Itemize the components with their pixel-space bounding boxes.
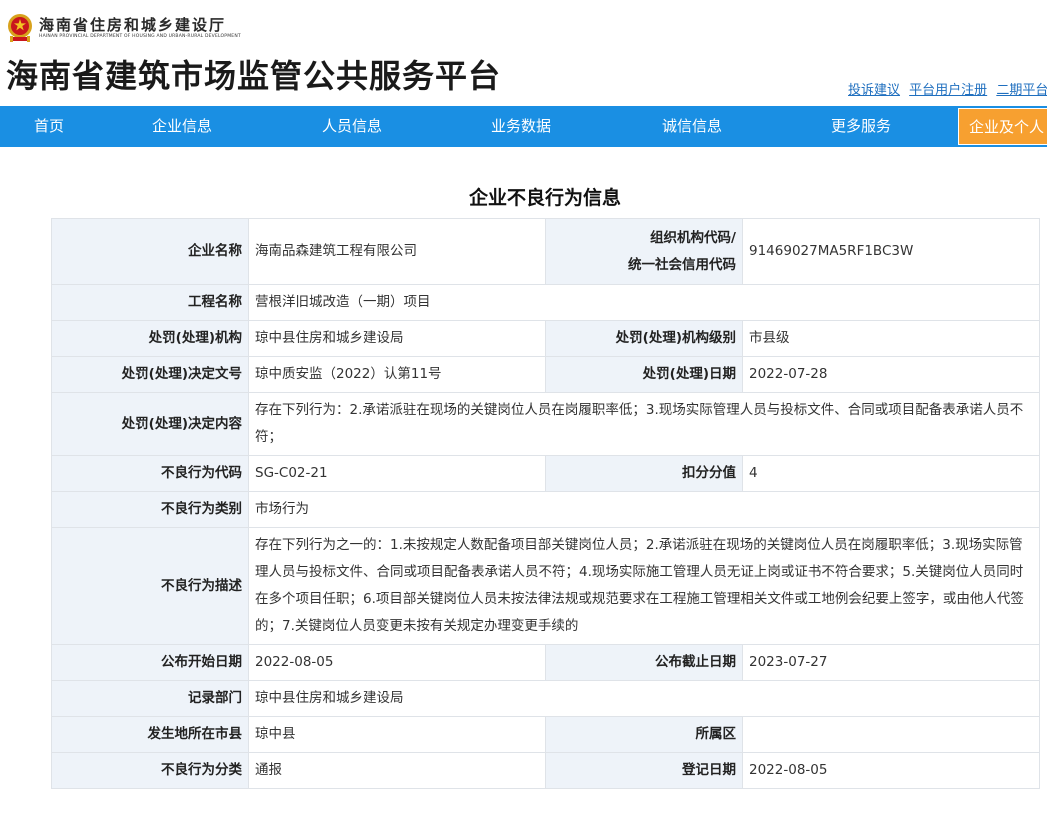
publish-end-value: 2023-07-27 xyxy=(742,644,1040,681)
site-header: 海南省住房和城乡建设厅 HAINAN PROVINCIAL DEPARTMENT… xyxy=(0,0,1047,106)
penalty-date-value: 2022-07-28 xyxy=(742,356,1040,393)
department-name: 海南省住房和城乡建设厅 xyxy=(39,16,227,34)
behavior-desc-value: 存在下列行为之一的：1.未按规定人数配备项目部关键岗位人员；2.承诺派驻在现场的… xyxy=(248,527,1040,645)
publish-start-value: 2022-08-05 xyxy=(248,644,546,681)
table-row: 处罚(处理)决定文号 琼中质安监（2022）认第11号 处罚(处理)日期 202… xyxy=(51,356,1040,393)
deduction-value: 4 xyxy=(742,455,1040,492)
top-links: 投诉建议 平台用户注册 二期平台用户 xyxy=(848,79,1047,98)
table-row: 记录部门 琼中县住房和城乡建设局 xyxy=(51,680,1040,717)
org-code-label-line1: 组织机构代码/ xyxy=(650,229,736,246)
nav-enterprise-info[interactable]: 企业信息 xyxy=(152,106,212,147)
page-title: 企业不良行为信息 xyxy=(468,187,621,209)
location-value: 琼中县 xyxy=(248,716,546,753)
penalty-org-level-label: 处罚(处理)机构级别 xyxy=(545,320,743,357)
penalty-date-label: 处罚(处理)日期 xyxy=(545,356,743,393)
org-code-value: 91469027MA5RF1BC3W xyxy=(742,218,1040,285)
table-row: 公布开始日期 2022-08-05 公布截止日期 2023-07-27 xyxy=(51,644,1040,681)
org-code-label: 组织机构代码/统一社会信用代码 xyxy=(545,218,743,285)
behavior-type-value: 市场行为 xyxy=(248,491,1040,528)
category-label: 不良行为分类 xyxy=(51,752,249,789)
decision-no-label: 处罚(处理)决定文号 xyxy=(51,356,249,393)
table-row: 工程名称 营根洋旧城改造（一期）项目 xyxy=(51,284,1040,321)
department-name-english: HAINAN PROVINCIAL DEPARTMENT OF HOUSING … xyxy=(39,34,241,39)
table-row: 不良行为代码 SG-C02-21 扣分分值 4 xyxy=(51,455,1040,492)
phase2-user-link[interactable]: 二期平台用户 xyxy=(996,83,1047,98)
table-row: 不良行为类别 市场行为 xyxy=(51,491,1040,528)
table-row: 企业名称 海南品森建筑工程有限公司 组织机构代码/统一社会信用代码 914690… xyxy=(51,218,1040,285)
bad-behavior-table: 企业名称 海南品森建筑工程有限公司 组织机构代码/统一社会信用代码 914690… xyxy=(51,218,1040,789)
location-label: 发生地所在市县 xyxy=(51,716,249,753)
table-row: 不良行为分类 通报 登记日期 2022-08-05 xyxy=(51,752,1040,789)
record-dept-value: 琼中县住房和城乡建设局 xyxy=(248,680,1040,717)
penalty-org-label: 处罚(处理)机构 xyxy=(51,320,249,357)
decision-content-label: 处罚(处理)决定内容 xyxy=(51,392,249,456)
main-navigation: 首页 企业信息 人员信息 业务数据 诚信信息 更多服务 企业及个人 xyxy=(0,106,1047,147)
table-row: 处罚(处理)机构 琼中县住房和城乡建设局 处罚(处理)机构级别 市县级 xyxy=(51,320,1040,357)
behavior-code-value: SG-C02-21 xyxy=(248,455,546,492)
category-value: 通报 xyxy=(248,752,546,789)
site-title: 海南省建筑市场监管公共服务平台 xyxy=(6,57,502,95)
user-register-link[interactable]: 平台用户注册 xyxy=(909,83,987,98)
register-date-value: 2022-08-05 xyxy=(742,752,1040,789)
org-code-label-line2: 统一社会信用代码 xyxy=(628,256,736,273)
enterprise-name-value: 海南品森建筑工程有限公司 xyxy=(248,218,546,285)
district-label: 所属区 xyxy=(545,716,743,753)
national-emblem-icon xyxy=(8,14,32,42)
penalty-org-level-value: 市县级 xyxy=(742,320,1040,357)
decision-no-value: 琼中质安监（2022）认第11号 xyxy=(248,356,546,393)
nav-home[interactable]: 首页 xyxy=(34,106,64,147)
complaint-link[interactable]: 投诉建议 xyxy=(848,83,900,98)
project-name-value: 营根洋旧城改造（一期）项目 xyxy=(248,284,1040,321)
publish-end-label: 公布截止日期 xyxy=(545,644,743,681)
behavior-type-label: 不良行为类别 xyxy=(51,491,249,528)
nav-enterprise-personal-button[interactable]: 企业及个人 xyxy=(958,108,1047,145)
nav-credit-info[interactable]: 诚信信息 xyxy=(662,106,722,147)
penalty-org-value: 琼中县住房和城乡建设局 xyxy=(248,320,546,357)
table-row: 发生地所在市县 琼中县 所属区 xyxy=(51,716,1040,753)
district-value xyxy=(742,716,1040,753)
behavior-desc-label: 不良行为描述 xyxy=(51,527,249,645)
publish-start-label: 公布开始日期 xyxy=(51,644,249,681)
nav-more-services[interactable]: 更多服务 xyxy=(831,106,891,147)
register-date-label: 登记日期 xyxy=(545,752,743,789)
behavior-code-label: 不良行为代码 xyxy=(51,455,249,492)
table-row: 不良行为描述 存在下列行为之一的：1.未按规定人数配备项目部关键岗位人员；2.承… xyxy=(51,527,1040,645)
nav-business-data[interactable]: 业务数据 xyxy=(491,106,551,147)
decision-content-value: 存在下列行为：2.承诺派驻在现场的关键岗位人员在岗履职率低；3.现场实际管理人员… xyxy=(248,392,1040,456)
nav-personnel-info[interactable]: 人员信息 xyxy=(322,106,382,147)
record-dept-label: 记录部门 xyxy=(51,680,249,717)
enterprise-name-label: 企业名称 xyxy=(51,218,249,285)
deduction-label: 扣分分值 xyxy=(545,455,743,492)
table-row: 处罚(处理)决定内容 存在下列行为：2.承诺派驻在现场的关键岗位人员在岗履职率低… xyxy=(51,392,1040,456)
project-name-label: 工程名称 xyxy=(51,284,249,321)
